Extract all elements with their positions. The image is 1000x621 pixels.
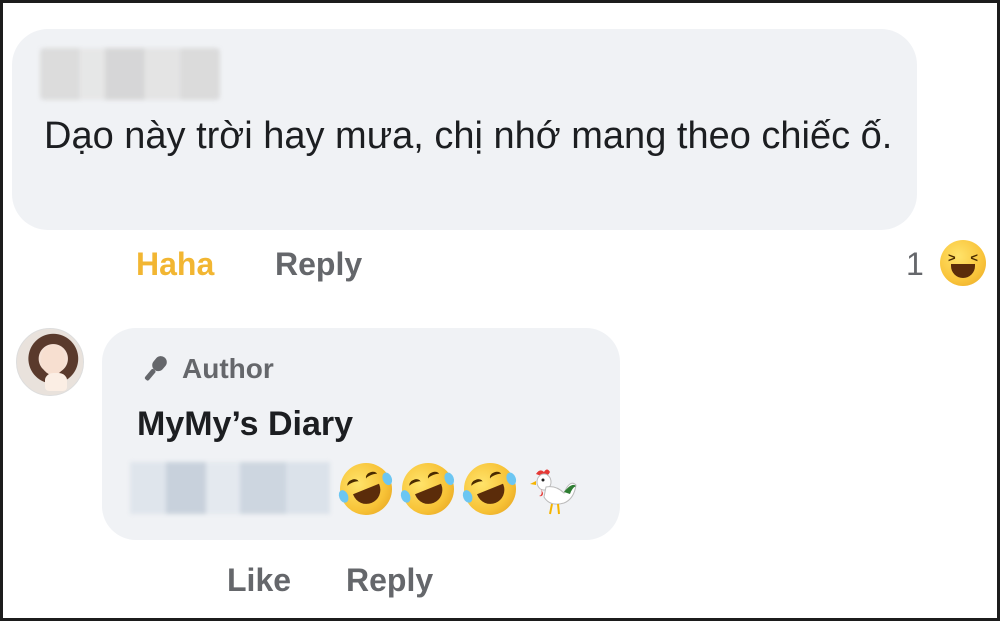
blurred-commenter-name: [40, 48, 220, 100]
haha-reaction-button[interactable]: Haha: [136, 246, 214, 283]
reply-button[interactable]: Reply: [346, 562, 433, 599]
haha-reaction-icon[interactable]: > <: [940, 240, 986, 286]
reply-button[interactable]: Reply: [275, 246, 362, 283]
comment-text: Dạo này trời hay mưa, chị nhớ mang theo …: [44, 115, 893, 157]
microphone-icon: [144, 356, 167, 381]
emoji-row: [332, 455, 580, 523]
reaction-count[interactable]: 1: [906, 246, 924, 283]
avatar[interactable]: [16, 328, 84, 396]
blurred-tagged-name: [130, 462, 330, 514]
rolling-on-floor-laughing-emoji: [332, 455, 400, 523]
rolling-on-floor-laughing-emoji: [456, 455, 524, 523]
author-label: Author: [182, 353, 274, 384]
author-badge: Author: [138, 352, 274, 386]
author-name[interactable]: MyMy’s Diary: [137, 405, 353, 444]
rooster-emoji: [530, 469, 577, 515]
rolling-on-floor-laughing-emoji: [394, 455, 462, 523]
like-button[interactable]: Like: [227, 562, 291, 599]
